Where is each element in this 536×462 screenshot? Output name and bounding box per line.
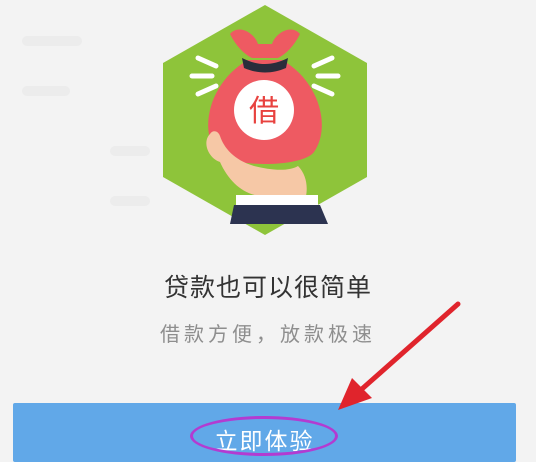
headline: 贷款也可以很简单 [163, 273, 372, 302]
try-now-label: 立即体验 [214, 429, 315, 455]
money-bag-icon: 借 [163, 5, 367, 235]
background-placeholder [22, 86, 70, 96]
background-placeholder [22, 36, 82, 46]
bag-character: 借 [249, 94, 279, 129]
background-placeholder [110, 146, 150, 156]
background-placeholder [110, 196, 150, 206]
try-now-button[interactable]: 立即体验 [13, 403, 516, 462]
sleeve-cuff [236, 195, 318, 205]
subline: 借款方便，放款极速 [160, 322, 376, 346]
sleeve [230, 205, 328, 224]
loan-hero-illustration: 借 [158, 2, 372, 238]
